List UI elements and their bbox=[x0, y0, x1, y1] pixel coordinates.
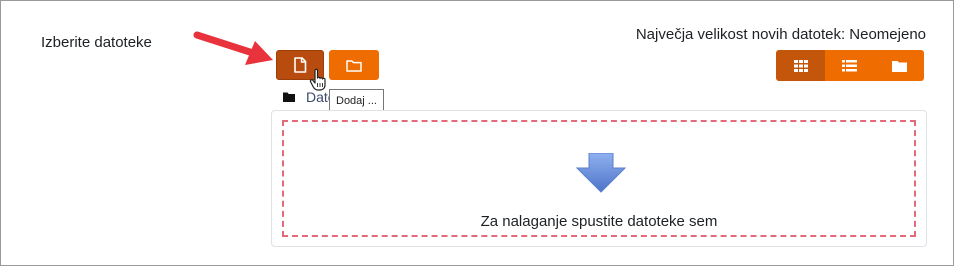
view-list-button[interactable] bbox=[825, 50, 875, 81]
max-size-text: Največja velikost novih datotek: Neomeje… bbox=[635, 26, 926, 43]
folder-icon bbox=[891, 60, 907, 72]
list-icon bbox=[842, 59, 858, 71]
field-label: Izberite datoteke bbox=[41, 34, 152, 51]
view-tree-button[interactable] bbox=[874, 50, 924, 81]
arrow-down-icon bbox=[576, 153, 626, 193]
grid-icon bbox=[793, 59, 808, 72]
filepicker-panel: Izberite datoteke Največja velikost novi… bbox=[0, 0, 954, 266]
file-drop-area[interactable]: Za nalaganje spustite datoteke sem bbox=[271, 110, 927, 247]
dropzone[interactable]: Za nalaganje spustite datoteke sem bbox=[282, 120, 916, 237]
hand-cursor-icon bbox=[309, 68, 326, 91]
drop-hint-text: Za nalaganje spustite datoteke sem bbox=[480, 213, 718, 230]
view-switcher bbox=[776, 50, 924, 81]
folder-icon bbox=[346, 59, 362, 72]
folder-icon bbox=[283, 92, 295, 102]
annotation-arrow-icon bbox=[193, 31, 273, 65]
file-icon bbox=[294, 57, 307, 73]
view-icons-button[interactable] bbox=[776, 50, 826, 81]
create-folder-button[interactable] bbox=[329, 50, 379, 80]
